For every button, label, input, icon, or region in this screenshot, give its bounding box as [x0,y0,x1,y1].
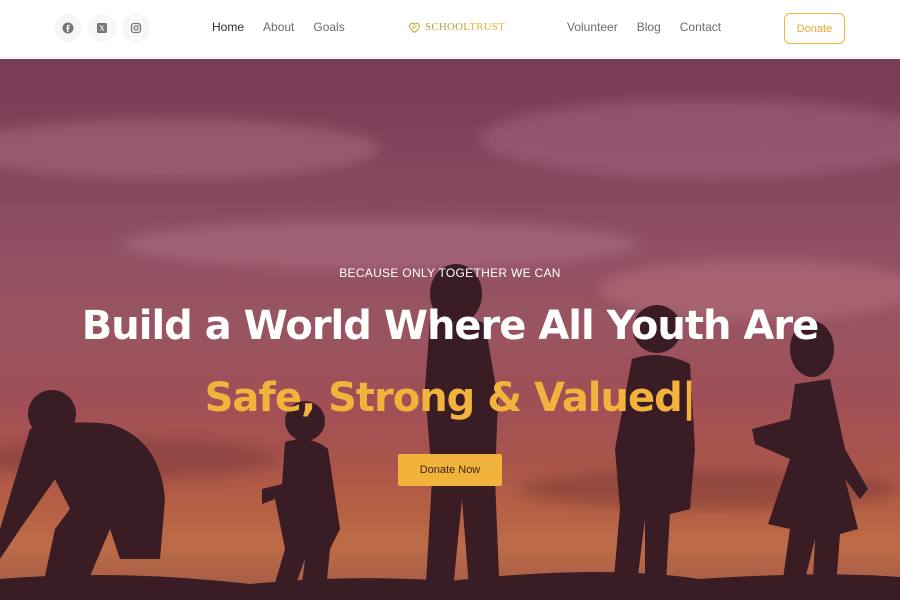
logo-text-trust: TRUST [469,21,506,33]
donate-now-button[interactable]: Donate Now [398,454,502,486]
nav-item-blog[interactable]: Blog [637,20,661,34]
facebook-button[interactable] [54,14,82,42]
hero-section: BECAUSE ONLY TOGETHER WE CAN Build a Wor… [0,59,900,600]
nav-item-contact[interactable]: Contact [680,20,721,34]
hero-tagline: BECAUSE ONLY TOGETHER WE CAN [339,266,561,280]
primary-nav-left: Home About Goals [212,20,345,34]
site-logo[interactable]: SCHOOLTRUST [408,21,505,33]
instagram-button[interactable] [122,14,150,42]
nav-item-goals[interactable]: Goals [313,20,344,34]
hero-headline-line1: Build a World Where All Youth Are [81,303,819,349]
donate-button[interactable]: Donate [784,13,845,44]
x-twitter-button[interactable] [88,14,116,42]
hero-headline-line2: Safe, Strong & Valued| [204,375,697,421]
nav-item-volunteer[interactable]: Volunteer [567,20,618,34]
logo-text-school: SCHOOL [425,21,470,33]
nav-item-home[interactable]: Home [212,20,244,34]
primary-nav-right: Volunteer Blog Contact [567,20,721,34]
social-links [54,14,150,42]
facebook-icon [62,22,74,34]
nav-item-about[interactable]: About [263,20,294,34]
x-twitter-icon [97,23,107,33]
site-header: Home About Goals SCHOOLTRUST Volunteer B… [0,0,900,58]
heart-icon [409,22,420,33]
instagram-icon [130,22,142,34]
logo-text: SCHOOLTRUST [425,21,505,33]
